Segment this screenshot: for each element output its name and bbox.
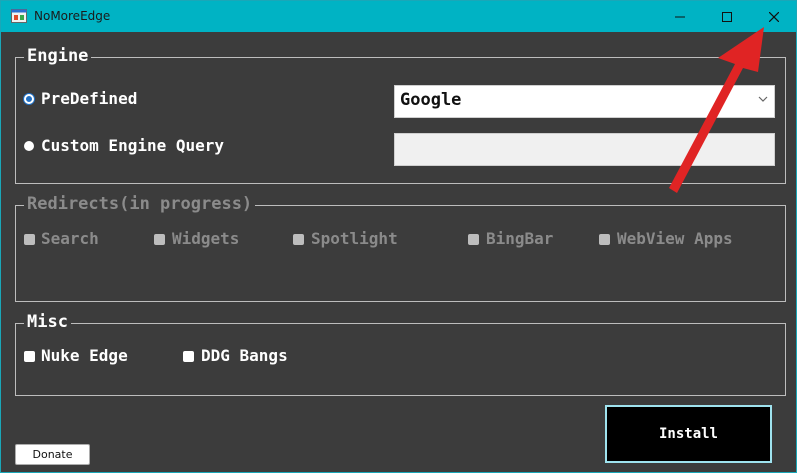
redirects-group-label: Redirects(in progress) [24, 194, 256, 214]
minimize-icon [675, 16, 685, 17]
widgets-label[interactable]: Widgets [172, 229, 239, 249]
custom-engine-label[interactable]: Custom Engine Query [41, 136, 224, 156]
app-icon [11, 9, 27, 23]
bingbar-checkbox[interactable] [468, 234, 479, 245]
ddg-bangs-checkbox[interactable] [183, 351, 194, 362]
chevron-down-icon [758, 96, 768, 102]
window-title: NoMoreEdge [34, 9, 111, 23]
nuke-edge-label[interactable]: Nuke Edge [41, 346, 128, 366]
title-bar[interactable]: NoMoreEdge [1, 1, 796, 32]
predefined-radio[interactable] [24, 94, 34, 104]
webview-apps-label[interactable]: WebView Apps [617, 229, 733, 249]
misc-group: Misc Nuke Edge DDG Bangs [15, 312, 786, 396]
engine-group-label: Engine [24, 46, 92, 66]
engine-select-value: Google [400, 90, 462, 110]
nuke-edge-checkbox[interactable] [24, 351, 35, 362]
widgets-checkbox[interactable] [154, 234, 165, 245]
search-label[interactable]: Search [41, 229, 99, 249]
redirects-group: Redirects(in progress) Search Widgets Sp… [15, 194, 786, 302]
maximize-button[interactable] [704, 1, 750, 32]
minimize-button[interactable] [657, 1, 703, 32]
spotlight-label[interactable]: Spotlight [311, 229, 398, 249]
main-content: Engine PreDefined Custom Engine Query Go… [1, 32, 796, 472]
ddg-bangs-label[interactable]: DDG Bangs [201, 346, 288, 366]
custom-engine-radio[interactable] [24, 141, 34, 151]
maximize-icon [722, 11, 732, 22]
close-button[interactable] [751, 1, 797, 32]
misc-group-label: Misc [24, 312, 71, 332]
engine-group: Engine PreDefined Custom Engine Query Go… [15, 46, 786, 184]
custom-query-field[interactable] [394, 133, 775, 166]
app-window: NoMoreEdge Engine PreDefined Custom Engi… [0, 0, 797, 473]
engine-select[interactable]: Google [394, 85, 775, 118]
search-checkbox[interactable] [24, 234, 35, 245]
predefined-label[interactable]: PreDefined [41, 89, 137, 109]
bingbar-label[interactable]: BingBar [486, 229, 553, 249]
install-button[interactable]: Install [605, 405, 772, 463]
close-icon [769, 11, 779, 22]
donate-button[interactable]: Donate [15, 444, 90, 465]
webview-apps-checkbox[interactable] [599, 234, 610, 245]
spotlight-checkbox[interactable] [293, 234, 304, 245]
